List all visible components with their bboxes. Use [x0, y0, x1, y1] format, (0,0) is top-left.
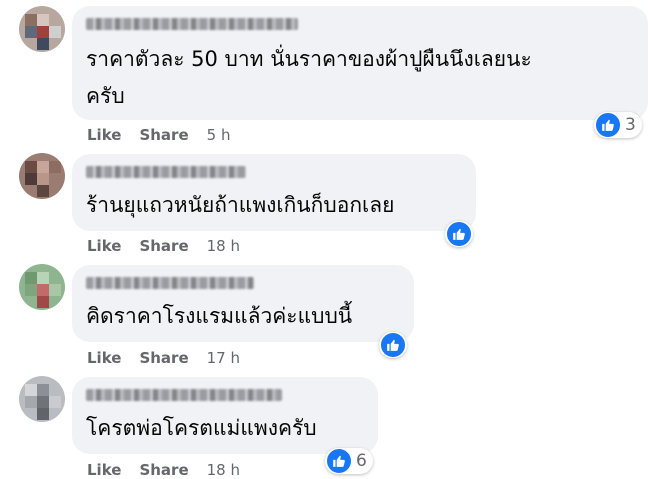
share-button[interactable]: Share [139, 237, 188, 255]
commenter-name-redacted[interactable] [86, 277, 254, 289]
comment-text-line: ครับ [86, 84, 125, 108]
comment-timestamp[interactable]: 18 h [207, 237, 240, 255]
reaction-badge[interactable]: 6 [325, 448, 373, 474]
comment-bubble: คิดราคาโรงแรมแล้วค่ะแบบนี้ [72, 265, 414, 342]
share-button[interactable]: Share [139, 126, 188, 144]
comment-bubble: โครตพ่อโครตแม่แพงครับ [72, 377, 378, 454]
reaction-badge[interactable]: 3 [594, 112, 642, 138]
comment-actions: Like Share 18 h [87, 461, 258, 479]
reaction-count: 3 [625, 115, 636, 135]
comment-bubble: ร้านยุแถวหนัยถ้าแพงเกินก็บอกเลย [72, 154, 476, 231]
commenter-name-redacted[interactable] [86, 389, 282, 401]
share-button[interactable]: Share [139, 461, 188, 479]
reaction-count: 6 [356, 451, 367, 471]
avatar[interactable] [19, 376, 65, 422]
commenter-name-redacted[interactable] [86, 18, 298, 30]
thumbs-up-icon [380, 332, 406, 358]
reaction-badge[interactable] [445, 221, 473, 247]
comment-actions: Like Share 17 h [87, 349, 258, 367]
like-button[interactable]: Like [87, 349, 121, 367]
like-button[interactable]: Like [87, 126, 121, 144]
avatar[interactable] [19, 6, 65, 52]
thumbs-up-icon [595, 112, 621, 138]
comment-text-line: คิดราคาโรงแรมแล้วค่ะแบบนี้ [86, 304, 353, 328]
comment-timestamp[interactable]: 18 h [207, 461, 240, 479]
comment-text-line: โครตพ่อโครตแม่แพงครับ [86, 416, 317, 440]
comment-text-line: ราคาตัวละ 50 บาท นั่นราคาของผ้าปูผืนนึงเ… [86, 47, 532, 71]
comment-actions: Like Share 5 h [87, 126, 248, 144]
comment-timestamp[interactable]: 5 h [207, 126, 231, 144]
comment-bubble: ราคาตัวละ 50 บาท นั่นราคาของผ้าปูผืนนึงเ… [72, 6, 648, 120]
avatar[interactable] [19, 264, 65, 310]
comment-text-line: ร้านยุแถวหนัยถ้าแพงเกินก็บอกเลย [86, 193, 395, 217]
thumbs-up-icon [446, 221, 472, 247]
like-button[interactable]: Like [87, 237, 121, 255]
comment-timestamp[interactable]: 17 h [207, 349, 240, 367]
like-button[interactable]: Like [87, 461, 121, 479]
thumbs-up-icon [326, 448, 352, 474]
avatar[interactable] [19, 153, 65, 199]
commenter-name-redacted[interactable] [86, 166, 246, 178]
reaction-badge[interactable] [379, 332, 407, 358]
share-button[interactable]: Share [139, 349, 188, 367]
comment-actions: Like Share 18 h [87, 237, 258, 255]
